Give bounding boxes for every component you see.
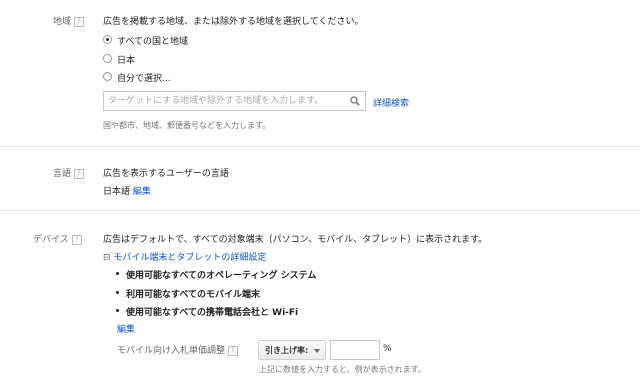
bid-direction-value: 引き上げ率: xyxy=(265,346,309,355)
radio-custom-label[interactable]: 自分で選択... xyxy=(117,71,171,84)
language-edit-link[interactable]: 編集 xyxy=(133,187,151,197)
chevron-down-icon xyxy=(314,349,320,353)
divider-1 xyxy=(0,146,640,147)
radio-all-countries-label[interactable]: すべての国と地域 xyxy=(117,34,188,47)
divider-2 xyxy=(0,210,640,211)
mobile-settings-link[interactable]: モバイル端末とタブレットの詳細設定 xyxy=(113,253,266,263)
help-icon[interactable]: ? xyxy=(228,345,239,356)
devices-edit-link[interactable]: 編集 xyxy=(117,322,135,335)
radio-japan-label[interactable]: 日本 xyxy=(117,53,135,66)
region-hint: 国や都市、地域、郵便番号などを入力します。 xyxy=(103,121,271,130)
bullet-devices: 利用可能なすべてのモバイル端末 xyxy=(115,287,260,300)
bid-percent-input[interactable] xyxy=(330,340,380,360)
devices-label: デバイス? xyxy=(33,232,82,245)
help-icon[interactable]: ? xyxy=(71,234,82,245)
bullet-carriers: 使用可能なすべての携帯電話会社と Wi-Fi xyxy=(115,305,298,318)
language-value: 日本語 xyxy=(103,187,131,197)
mobile-settings-toggle[interactable]: ⊟ モバイル端末とタブレットの詳細設定 xyxy=(103,250,266,263)
language-current: 日本語 編集 xyxy=(103,184,151,197)
region-label: 地域? xyxy=(53,14,85,27)
percent-sign: % xyxy=(383,344,392,354)
radio-japan[interactable] xyxy=(103,54,112,63)
help-icon[interactable]: ? xyxy=(74,168,85,179)
search-icon[interactable] xyxy=(350,96,360,106)
region-description: 広告を掲載する地域、または除外する地域を選択してください。 xyxy=(103,17,364,27)
collapse-icon[interactable]: ⊟ xyxy=(103,253,111,263)
devices-description: 広告はデフォルトで、すべての対象端末（パソコン、モバイル、タブレット）に表示され… xyxy=(103,235,488,245)
bid-direction-select[interactable]: 引き上げ率: xyxy=(258,340,326,360)
radio-all-countries[interactable] xyxy=(103,35,112,44)
bid-hint: 上記に数値を入力すると、例が表示されます。 xyxy=(259,365,426,374)
radio-custom[interactable] xyxy=(103,72,112,81)
bid-adjustment-label-text: モバイル向け入札単価調整 xyxy=(117,346,226,356)
devices-label-text: デバイス xyxy=(33,235,69,245)
bid-adjustment-label: モバイル向け入札単価調整? xyxy=(117,343,239,356)
region-search-box[interactable] xyxy=(103,91,366,111)
language-label-text: 言語 xyxy=(53,169,72,179)
language-label: 言語? xyxy=(53,166,85,179)
region-label-text: 地域 xyxy=(53,17,72,27)
language-description: 広告を表示するユーザーの言語 xyxy=(103,169,229,179)
bullet-os: 使用可能なすべてのオペレーティング システム xyxy=(115,268,316,281)
region-search-input[interactable] xyxy=(108,94,343,108)
advanced-search-link[interactable]: 詳細検索 xyxy=(373,96,409,109)
help-icon[interactable]: ? xyxy=(74,16,85,27)
